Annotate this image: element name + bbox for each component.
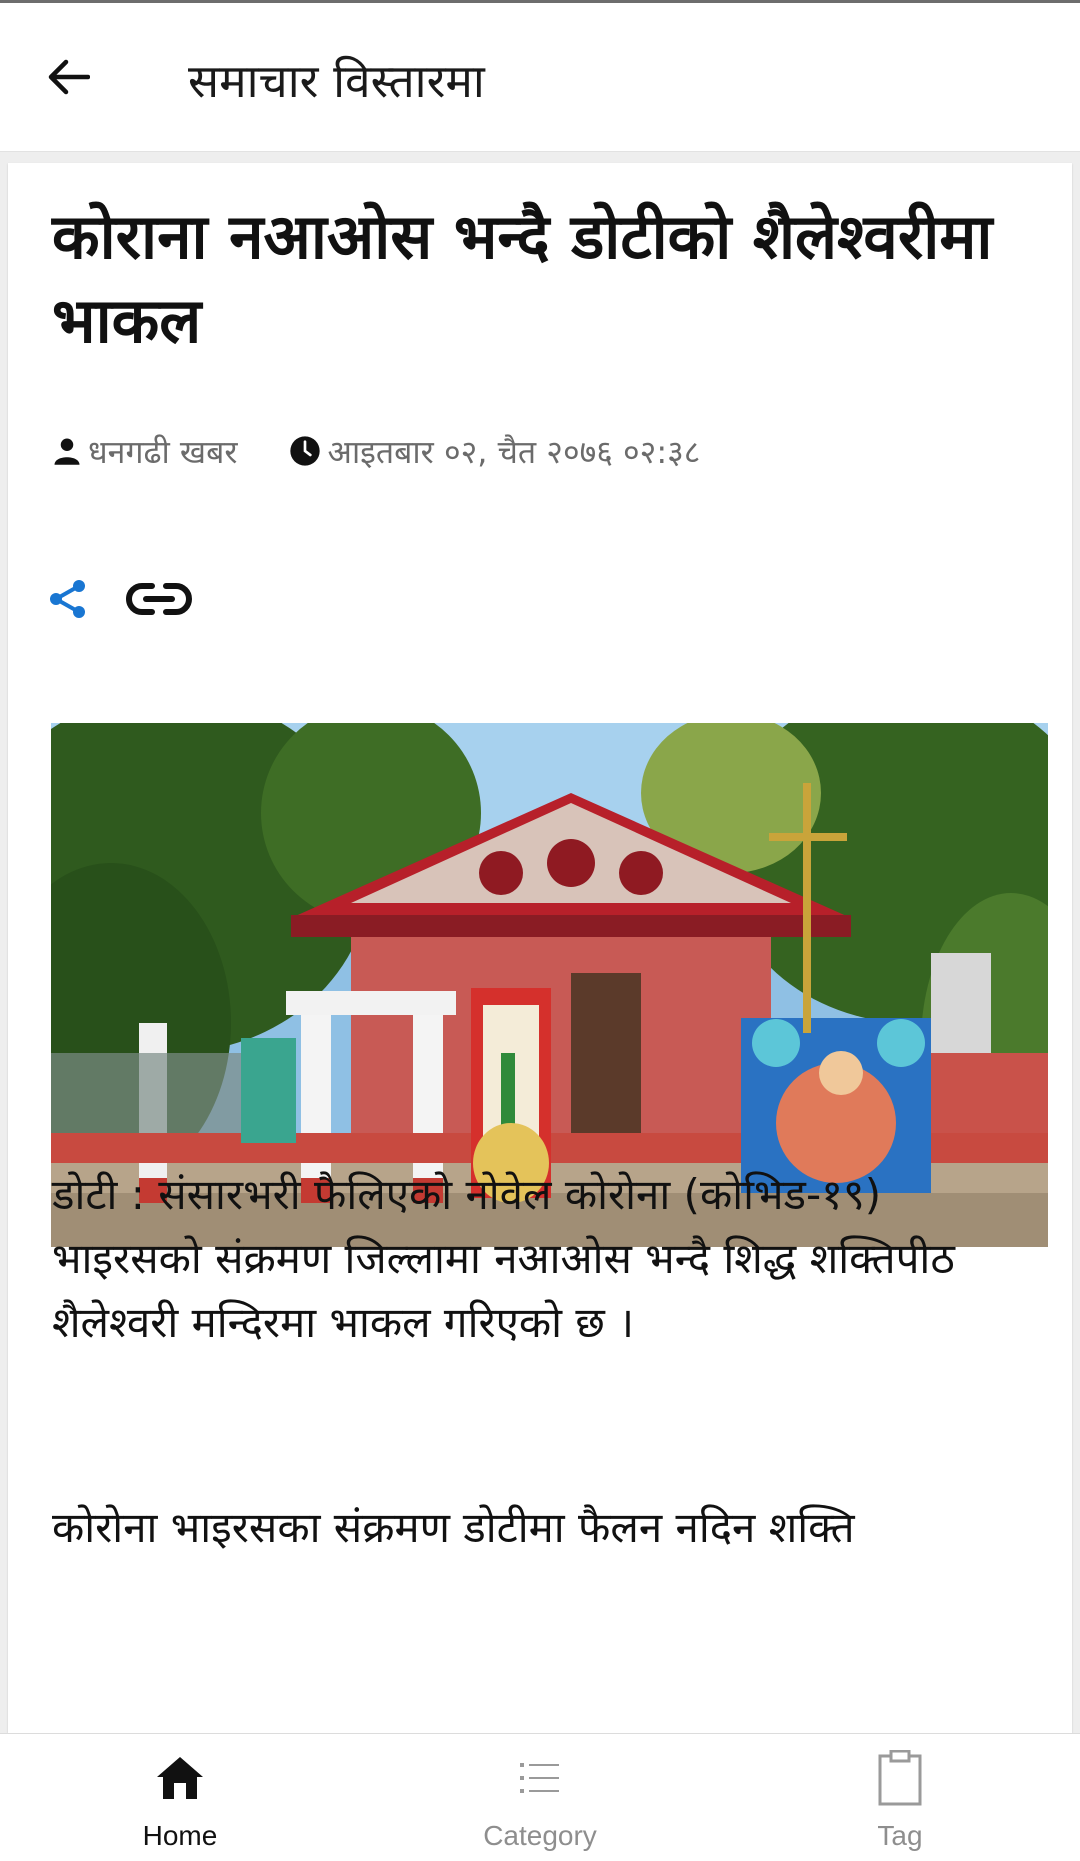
arrow-left-icon	[48, 59, 90, 95]
link-icon	[126, 583, 192, 615]
article-headline: कोराना नआओस भन्दै डोटीको शैलेश्वरीमा भाक…	[52, 200, 993, 357]
nav-tag-label: Tag	[877, 1820, 923, 1851]
copy-link-button[interactable]	[126, 579, 192, 619]
clipboard-icon	[878, 1750, 922, 1806]
article-paragraph-2: कोरोना भाइरसका संक्रमण डोटीमा फैलन नदिन …	[52, 1503, 855, 1552]
publish-datetime: आइतबार ०२, चैत २०७६ ०२:३८	[327, 432, 701, 471]
nav-tag[interactable]: Tag	[780, 1734, 1020, 1861]
article-actions	[48, 578, 192, 620]
app-bar: समाचार विस्तारमा	[0, 3, 1080, 152]
page-title: समाचार विस्तारमा	[188, 54, 485, 108]
nav-home[interactable]: Home	[60, 1734, 300, 1861]
nav-category[interactable]: Category	[420, 1734, 660, 1861]
bottom-navigation: Home Category Tag	[0, 1733, 1080, 1861]
article-card: कोराना नआओस भन्दै डोटीको शैलेश्वरीमा भाक…	[8, 163, 1072, 1733]
nav-home-label: Home	[142, 1820, 218, 1851]
nav-category-label: Category	[483, 1820, 597, 1851]
article-paragraph-1: डोटी : संसारभरी फैलिएको नोवेल कोरोना (को…	[52, 1170, 955, 1347]
list-icon	[520, 1763, 559, 1793]
article-meta: धनगढी खबर आइतबार ०२, चैत २०७६ ०२:३८	[52, 431, 700, 471]
share-button[interactable]	[48, 578, 88, 620]
share-icon	[50, 580, 85, 618]
person-icon	[54, 438, 80, 465]
author: धनगढी खबर	[52, 430, 237, 473]
home-icon	[157, 1757, 203, 1799]
publish-time: आइतबार ०२, चैत २०७६ ०२:३८	[289, 430, 700, 473]
author-name: धनगढी खबर	[88, 432, 238, 471]
back-button[interactable]	[36, 45, 100, 109]
clock-icon	[290, 436, 321, 466]
